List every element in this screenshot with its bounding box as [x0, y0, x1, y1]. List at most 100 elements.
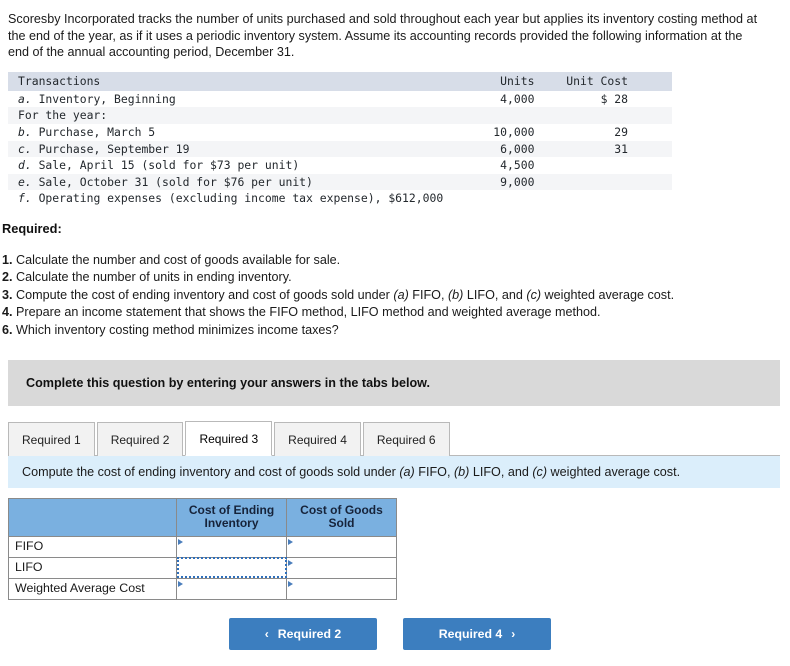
answer-row-label: Weighted Average Cost	[8, 577, 177, 600]
required-item: 3. Compute the cost of ending inventory …	[2, 287, 675, 302]
transaction-marker: a.	[18, 91, 32, 106]
answer-column-header-ending-inventory: Cost of Ending Inventory	[176, 497, 287, 537]
tab-required-3[interactable]: Required 3	[185, 420, 273, 456]
transaction-description: e. Sale, October 31 (sold for $76 per un…	[8, 173, 479, 191]
requirement-instruction-bar: Compute the cost of ending inventory and…	[8, 455, 780, 488]
transaction-row: a. Inventory, Beginning 4,000 $ 28	[8, 91, 672, 108]
transaction-unit-cost: 29	[614, 124, 628, 139]
instruction-mid2: LIFO, and	[469, 464, 533, 479]
transaction-units	[478, 107, 549, 124]
transactions-table-head: Transactions Units Unit Cost	[8, 71, 672, 91]
chevron-left-icon: ‹	[264, 626, 269, 641]
transaction-units: 6,000	[478, 140, 549, 158]
transaction-marker: e.	[18, 174, 32, 189]
transaction-row: d. Sale, April 15 (sold for $73 per unit…	[8, 157, 672, 174]
transaction-description: f. Operating expenses (excluding income …	[18, 191, 444, 206]
instruction-marker-b: (b)	[453, 464, 470, 479]
navigation-buttons: ‹ Required 2 Required 4 ›	[0, 617, 772, 650]
required-heading: Required:	[2, 220, 62, 236]
answer-input-lifo-goods-sold[interactable]	[286, 556, 397, 579]
tab-required-6[interactable]: Required 6	[362, 421, 450, 456]
intro-paragraph: Scoresby Incorporated tracks the number …	[8, 12, 758, 60]
cell-marker-icon	[178, 538, 183, 545]
required-item-number: 6.	[2, 322, 13, 337]
cell-marker-icon	[288, 580, 293, 587]
required-item: 6. Which inventory costing method minimi…	[2, 322, 339, 337]
transaction-units	[479, 190, 549, 207]
chevron-right-icon: ›	[511, 626, 516, 641]
transaction-marker: d.	[18, 158, 32, 173]
previous-requirement-button[interactable]: ‹ Required 2	[229, 617, 377, 650]
answer-header-row: Cost of Ending Inventory Cost of Goods S…	[8, 497, 397, 537]
answer-input-lifo-ending-inventory[interactable]	[176, 556, 287, 579]
tab-required-2[interactable]: Required 2	[96, 421, 184, 456]
transaction-unit-cost	[548, 157, 672, 174]
transaction-row: b. Purchase, March 5 10,000 29	[8, 124, 672, 141]
answer-table: Cost of Ending Inventory Cost of Goods S…	[8, 497, 397, 600]
transaction-marker: b.	[18, 124, 32, 139]
column-header-transactions: Transactions	[8, 71, 479, 91]
complete-question-banner: Complete this question by entering your …	[8, 359, 780, 406]
tab-label: Required 1	[22, 432, 81, 447]
answer-row-label: FIFO	[8, 535, 177, 558]
instruction-prefix: Compute the cost of ending inventory and…	[22, 464, 400, 479]
required-item-number: 2.	[2, 270, 13, 285]
answer-corner-cell	[8, 497, 177, 537]
required-item-marker-a: (a)	[393, 287, 409, 302]
answer-input-weighted-average-cost-ending-inventory[interactable]	[176, 577, 287, 600]
transaction-unit-cost	[548, 173, 672, 191]
transaction-unit-cost: 31	[548, 140, 672, 158]
transactions-table-body: a. Inventory, Beginning 4,000 $ 28 For the …	[8, 91, 672, 207]
required-item: 2. Calculate the number of units in endi…	[2, 270, 292, 285]
required-item: 1. Calculate the number and cost of good…	[2, 252, 341, 267]
required-item-marker-c: (c)	[526, 287, 542, 302]
answer-table-wrapper: Cost of Ending Inventory Cost of Goods S…	[8, 497, 790, 600]
transaction-marker: c.	[18, 141, 32, 156]
required-item-number: 4.	[2, 305, 13, 320]
required-item-number: 3.	[2, 287, 13, 302]
transaction-row: e. Sale, October 31 (sold for $76 per un…	[8, 173, 672, 191]
transaction-description: a. Inventory, Beginning	[18, 91, 176, 106]
transaction-row: f. Operating expenses (excluding income …	[8, 190, 672, 207]
transaction-row: For the year:	[8, 107, 672, 124]
answer-table-row: LIFO	[8, 556, 397, 579]
transaction-units: 4,500	[500, 158, 535, 173]
answer-table-row: FIFO	[8, 535, 397, 558]
transaction-description: For the year:	[8, 107, 479, 124]
instruction-mid1: FIFO,	[414, 464, 454, 479]
answer-row-label: LIFO	[8, 556, 177, 579]
next-requirement-button[interactable]: Required 4 ›	[403, 617, 551, 650]
required-item-marker-b: (b)	[447, 287, 464, 302]
column-header-unit-cost: Unit Cost	[548, 71, 672, 91]
tab-label: Required 6	[376, 432, 436, 447]
answer-input-fifo-ending-inventory[interactable]	[176, 535, 287, 558]
answer-table-head: Cost of Ending Inventory Cost of Goods S…	[8, 497, 397, 537]
cell-marker-icon	[178, 580, 183, 587]
transaction-units: 9,000	[478, 173, 549, 191]
requirement-tabs: Required 1 Required 2 Required 3 Required 4…	[8, 420, 780, 456]
column-header-units: Units	[478, 71, 549, 91]
transaction-description: d. Sale, April 15 (sold for $73 per unit…	[18, 158, 300, 173]
previous-requirement-label: Required 2	[277, 626, 342, 641]
answer-input-weighted-average-cost-goods-sold[interactable]	[286, 577, 397, 600]
answer-input-fifo-goods-sold[interactable]	[286, 535, 397, 558]
answer-table-row: Weighted Average Cost	[8, 577, 397, 600]
tab-label: Required 4	[288, 432, 347, 447]
transaction-marker: f.	[18, 191, 32, 206]
answer-column-header-goods-sold: Cost of Goods Sold	[286, 497, 397, 537]
instruction-suffix: weighted average cost.	[547, 464, 681, 479]
tab-label: Required 3	[199, 431, 259, 446]
transaction-description: b. Purchase, March 5	[18, 124, 156, 139]
next-requirement-label: Required 4	[438, 626, 503, 641]
instruction-marker-a: (a)	[399, 464, 415, 479]
tab-required-1[interactable]: Required 1	[8, 421, 95, 456]
transactions-table-wrapper: Transactions Units Unit Cost a. Inventor…	[8, 71, 672, 207]
answer-table-body: FIFO LIFO Weighted Average Cost	[8, 535, 397, 600]
tab-label: Required 2	[110, 432, 170, 447]
transactions-table: Transactions Units Unit Cost a. Inventor…	[8, 71, 672, 207]
tab-required-4[interactable]: Required 4	[274, 421, 361, 456]
cell-marker-icon	[288, 559, 293, 566]
required-list: 1. Calculate the number and cost of good…	[2, 252, 790, 339]
transaction-description: c. Purchase, September 19	[8, 140, 479, 158]
transaction-unit-cost: $ 28	[600, 91, 628, 106]
